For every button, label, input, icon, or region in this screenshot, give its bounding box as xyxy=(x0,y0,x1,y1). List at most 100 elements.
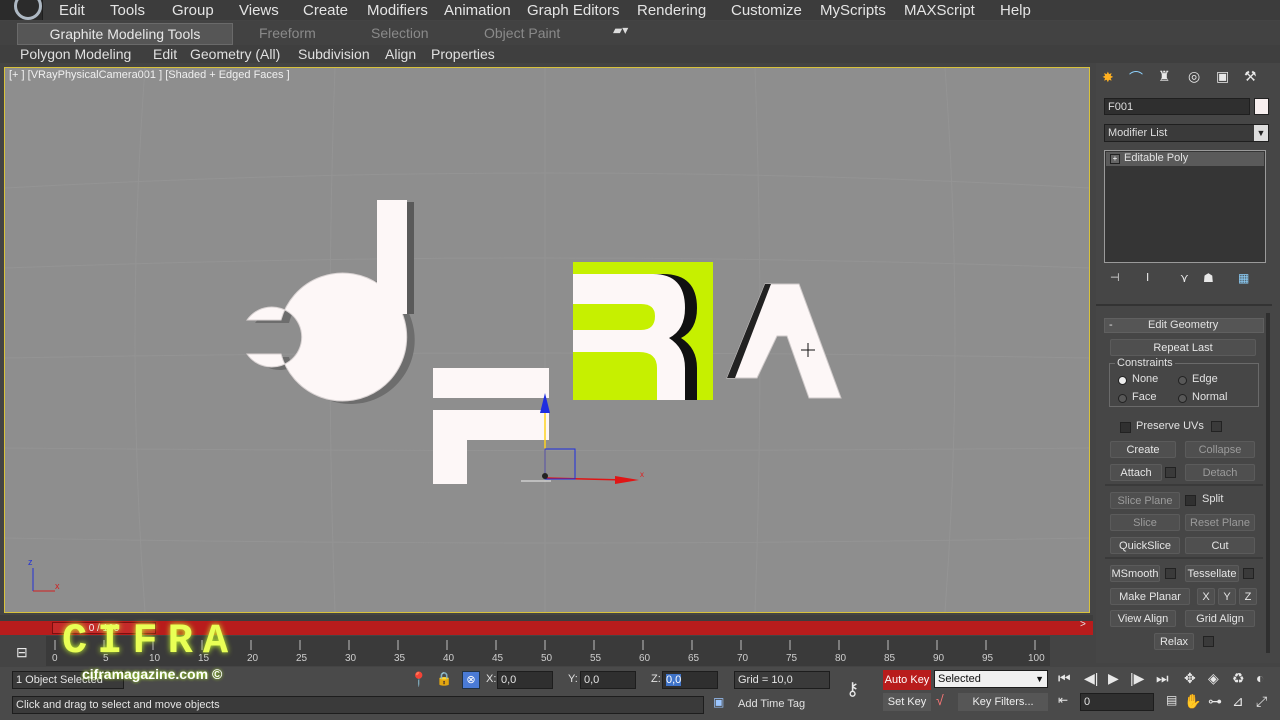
preserve-uvs-settings-button[interactable] xyxy=(1211,421,1222,432)
relax-button[interactable]: Relax xyxy=(1154,633,1194,650)
tab-freeform[interactable]: Freeform xyxy=(259,25,316,41)
make-planar-button[interactable]: Make Planar xyxy=(1110,588,1190,605)
letter-f-mesh[interactable] xyxy=(433,368,551,484)
key-curve-icon[interactable]: √ xyxy=(936,692,944,708)
absolute-mode-icon[interactable]: ⊗ xyxy=(462,671,480,689)
panel-edit[interactable]: Edit xyxy=(153,46,177,62)
pin-stack-icon[interactable]: ⊣ xyxy=(1110,271,1120,284)
menu-views[interactable]: Views xyxy=(239,2,279,19)
hierarchy-tab-icon[interactable]: ♜ xyxy=(1158,68,1171,85)
panel-polygon-modeling[interactable]: Polygon Modeling xyxy=(20,46,131,62)
letter-a-mesh[interactable] xyxy=(726,283,842,399)
remove-modifier-icon[interactable]: ☗ xyxy=(1203,271,1214,285)
pan-view-icon[interactable]: ✥ xyxy=(1184,670,1196,687)
constraint-normal-radio[interactable] xyxy=(1178,394,1187,403)
motion-tab-icon[interactable]: ◎ xyxy=(1188,68,1200,85)
tab-graphite-modeling-tools[interactable]: Graphite Modeling Tools xyxy=(17,23,233,45)
object-name-field[interactable]: F001 xyxy=(1104,98,1250,115)
menu-help[interactable]: Help xyxy=(1000,2,1031,19)
grid-align-button[interactable]: Grid Align xyxy=(1185,610,1255,627)
modify-tab-icon[interactable]: ⌒ xyxy=(1129,68,1143,88)
repeat-last-button[interactable]: Repeat Last xyxy=(1110,339,1256,356)
zoom-icon[interactable]: ◐ xyxy=(1256,670,1264,686)
object-color-swatch[interactable] xyxy=(1254,98,1269,115)
msmooth-settings-button[interactable] xyxy=(1165,568,1176,579)
lock-selection-icon[interactable]: 🔒 xyxy=(436,671,452,687)
relax-settings-button[interactable] xyxy=(1203,636,1214,647)
constraint-edge-radio[interactable] xyxy=(1178,376,1187,385)
time-config-icon[interactable]: ▤ xyxy=(1166,693,1177,707)
roll-icon[interactable]: ✋ xyxy=(1184,693,1201,710)
show-end-result-icon[interactable]: Ⅰ xyxy=(1146,271,1149,284)
constraint-none-radio[interactable] xyxy=(1118,376,1127,385)
attach-button[interactable]: Attach xyxy=(1110,464,1162,481)
utilities-tab-icon[interactable]: ⚒ xyxy=(1244,68,1257,85)
detach-button[interactable]: Detach xyxy=(1185,464,1255,481)
panel-properties[interactable]: Properties xyxy=(431,46,495,62)
menu-edit[interactable]: Edit xyxy=(59,2,85,19)
make-unique-icon[interactable]: ⋎ xyxy=(1180,271,1189,285)
create-tab-icon[interactable]: ✸ xyxy=(1102,69,1114,86)
menu-create[interactable]: Create xyxy=(303,2,348,19)
menu-customize[interactable]: Customize xyxy=(731,2,802,19)
menu-animation[interactable]: Animation xyxy=(444,2,511,19)
app-logo[interactable] xyxy=(0,0,43,20)
menu-myscripts[interactable]: MyScripts xyxy=(820,2,886,19)
menu-group[interactable]: Group xyxy=(172,2,214,19)
expand-icon[interactable]: + xyxy=(1110,154,1120,164)
tab-object-paint[interactable]: Object Paint xyxy=(484,25,560,41)
play-icon[interactable]: ▶ xyxy=(1108,670,1119,687)
prev-frame-icon[interactable]: ◀| xyxy=(1084,670,1098,687)
menu-tools[interactable]: Tools xyxy=(110,2,145,19)
go-to-start-icon[interactable]: ⏮ xyxy=(1058,670,1071,687)
add-time-tag-button[interactable]: Add Time Tag xyxy=(738,698,805,710)
menu-rendering[interactable]: Rendering xyxy=(637,2,706,19)
isolate-icon[interactable]: 📍 xyxy=(410,671,427,688)
move-gizmo[interactable] xyxy=(540,393,639,484)
key-filters-button[interactable]: Key Filters... xyxy=(958,693,1048,711)
menu-maxscript[interactable]: MAXScript xyxy=(904,2,975,19)
tab-selection[interactable]: Selection xyxy=(371,25,429,41)
current-frame-field[interactable]: 0 xyxy=(1080,693,1154,711)
tessellate-button[interactable]: Tessellate xyxy=(1185,565,1239,582)
planar-x-button[interactable]: X xyxy=(1197,588,1215,605)
modifier-list-dropdown[interactable]: Modifier List ▼ xyxy=(1104,124,1269,142)
next-arrow-icon[interactable]: > xyxy=(1080,619,1086,630)
view-align-button[interactable]: View Align xyxy=(1110,610,1176,627)
walkthrough-icon[interactable]: ♻ xyxy=(1232,670,1245,687)
key-icon[interactable]: ⚷ xyxy=(846,679,859,700)
constraint-face-radio[interactable] xyxy=(1118,394,1127,403)
slice-button[interactable]: Slice xyxy=(1110,514,1180,531)
letter-r-mesh[interactable] xyxy=(573,262,713,400)
menu-graph-editors[interactable]: Graph Editors xyxy=(527,2,620,19)
orbit-icon[interactable]: ◈ xyxy=(1208,670,1219,687)
tessellate-settings-button[interactable] xyxy=(1243,568,1254,579)
planar-y-button[interactable]: Y xyxy=(1218,588,1236,605)
x-coordinate-field[interactable]: 0,0 xyxy=(497,671,553,689)
stack-item-editable-poly[interactable]: + Editable Poly xyxy=(1106,152,1264,166)
quickslice-button[interactable]: QuickSlice xyxy=(1110,537,1180,554)
auto-key-button[interactable]: Auto Key xyxy=(883,670,931,690)
next-frame-icon[interactable]: |▶ xyxy=(1130,670,1144,687)
planar-z-button[interactable]: Z xyxy=(1239,588,1257,605)
z-coordinate-field[interactable]: 0,0 xyxy=(662,671,718,689)
panel-subdivision[interactable]: Subdivision xyxy=(298,46,370,62)
split-checkbox[interactable] xyxy=(1185,495,1196,506)
slice-plane-button[interactable]: Slice Plane xyxy=(1110,492,1180,509)
panel-geometry-all[interactable]: Geometry (All) xyxy=(190,46,280,62)
reset-plane-button[interactable]: Reset Plane xyxy=(1185,514,1255,531)
set-key-button[interactable]: Set Key xyxy=(883,693,931,711)
truck-icon[interactable]: ⊶ xyxy=(1208,693,1222,710)
menu-modifiers[interactable]: Modifiers xyxy=(367,2,428,19)
display-tab-icon[interactable]: ▣ xyxy=(1216,68,1229,85)
maximize-viewport-icon[interactable]: ⤢ xyxy=(1256,693,1267,710)
ribbon-options-icon[interactable]: ▰▾ xyxy=(613,23,628,37)
create-button[interactable]: Create xyxy=(1110,441,1176,458)
curve-editor-icon[interactable]: ⊟ xyxy=(16,644,28,661)
collapse-button[interactable]: Collapse xyxy=(1185,441,1255,458)
time-tag-icon[interactable]: ▣ xyxy=(713,695,724,709)
letter-i-mesh[interactable] xyxy=(377,200,414,314)
key-mode-toggle-icon[interactable]: ⇤ xyxy=(1058,693,1068,707)
msmooth-button[interactable]: MSmooth xyxy=(1110,565,1160,582)
field-of-view-icon[interactable]: ⊿ xyxy=(1232,693,1244,710)
